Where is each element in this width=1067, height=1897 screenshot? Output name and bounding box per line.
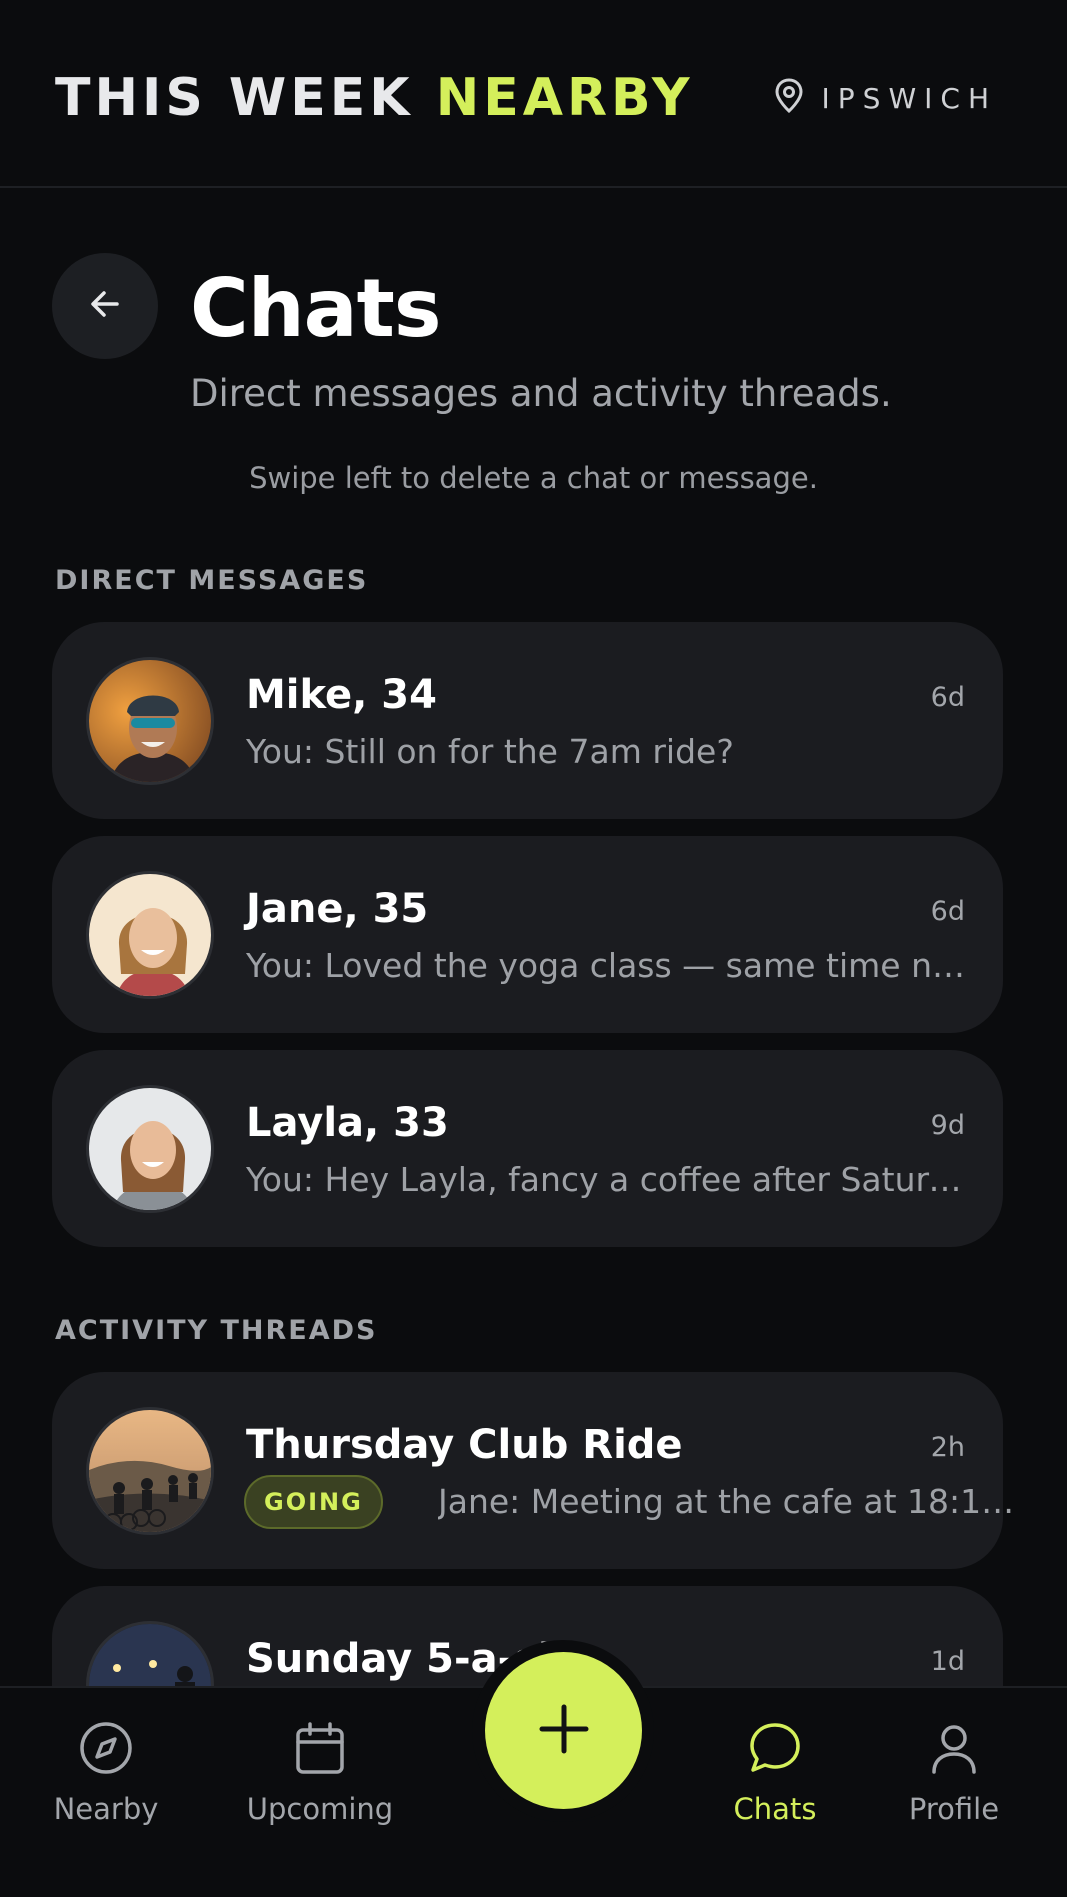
nav-label: Profile bbox=[908, 1792, 1000, 1826]
nav-label: Nearby bbox=[53, 1792, 159, 1826]
page-title: Chats bbox=[190, 262, 442, 355]
chat-preview: You: Loved the yoga class — same time ne… bbox=[246, 946, 966, 985]
going-badge: GOING bbox=[244, 1475, 383, 1529]
nav-item-profile[interactable]: Profile bbox=[864, 1720, 1044, 1826]
section-label-activity-threads: ACTIVITY THREADS bbox=[55, 1315, 378, 1346]
page-subtitle: Direct messages and activity threads. bbox=[190, 372, 892, 415]
chat-row-mike[interactable]: Mike, 34 6d You: Still on for the 7am ri… bbox=[52, 622, 1003, 819]
avatar bbox=[86, 657, 214, 785]
user-icon bbox=[926, 1720, 982, 1780]
nav-label: Chats bbox=[733, 1792, 817, 1826]
avatar bbox=[86, 1085, 214, 1213]
calendar-icon bbox=[292, 1720, 348, 1780]
chat-name: Mike, 34 bbox=[246, 672, 437, 718]
brand-accent: NEARBY bbox=[435, 68, 694, 128]
back-button[interactable] bbox=[52, 253, 158, 359]
nav-label: Upcoming bbox=[246, 1792, 394, 1826]
nav-item-nearby[interactable]: Nearby bbox=[16, 1720, 196, 1826]
avatar bbox=[86, 871, 214, 999]
chat-preview: You: Still on for the 7am ride? bbox=[246, 732, 734, 771]
thread-time: 2h bbox=[930, 1432, 965, 1463]
chat-row-layla[interactable]: Layla, 33 9d You: Hey Layla, fancy a cof… bbox=[52, 1050, 1003, 1247]
thread-row-thursday-club-ride[interactable]: Thursday Club Ride 2h GOING Jane: Meetin… bbox=[52, 1372, 1018, 1569]
chat-row-jane[interactable]: Jane, 35 6d You: Loved the yoga class — … bbox=[52, 836, 1003, 1033]
chat-time: 9d bbox=[930, 1110, 965, 1141]
top-header: THIS WEEK NEARBY IPSWICH bbox=[0, 0, 1067, 188]
create-button[interactable] bbox=[485, 1652, 642, 1809]
arrow-left-icon bbox=[85, 284, 125, 328]
nav-item-chats[interactable]: Chats bbox=[685, 1720, 865, 1826]
compass-icon bbox=[78, 1720, 134, 1780]
thread-preview: Jane: Meeting at the cafe at 18:15 ... bbox=[438, 1482, 1018, 1521]
thread-name: Thursday Club Ride bbox=[246, 1422, 683, 1468]
swipe-hint: Swipe left to delete a chat or message. bbox=[249, 461, 818, 495]
chat-time: 6d bbox=[930, 896, 965, 927]
chat-name: Jane, 35 bbox=[246, 886, 429, 932]
chat-bubble-icon bbox=[747, 1720, 803, 1780]
thread-thumbnail bbox=[86, 1407, 214, 1535]
thread-time: 1d bbox=[930, 1646, 965, 1677]
chat-time: 6d bbox=[930, 682, 965, 713]
chat-preview: You: Hey Layla, fancy a coffee after Sat… bbox=[246, 1160, 966, 1199]
nav-item-upcoming[interactable]: Upcoming bbox=[230, 1720, 410, 1826]
chat-name: Layla, 33 bbox=[246, 1100, 449, 1146]
location-selector[interactable]: IPSWICH bbox=[774, 78, 997, 118]
plus-icon bbox=[538, 1703, 590, 1759]
section-label-direct-messages: DIRECT MESSAGES bbox=[55, 565, 369, 596]
brand-main: THIS WEEK bbox=[55, 68, 436, 128]
map-pin-icon bbox=[774, 78, 804, 118]
location-label: IPSWICH bbox=[821, 81, 997, 115]
app-brand: THIS WEEK NEARBY bbox=[55, 68, 693, 128]
